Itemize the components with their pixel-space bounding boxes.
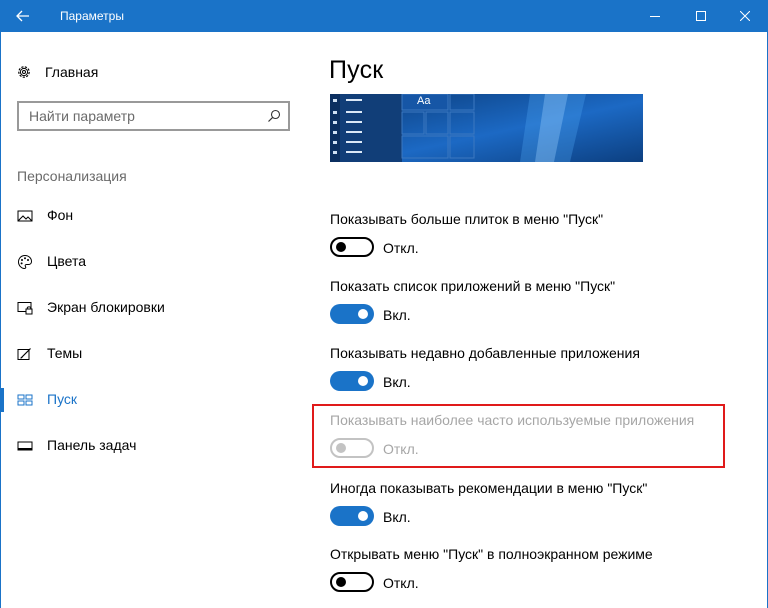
back-arrow-icon: [16, 10, 29, 22]
toggle-knob: [358, 511, 368, 521]
toggle-state: Вкл.: [383, 509, 411, 525]
toggle-knob: [358, 309, 368, 319]
toggle-knob: [358, 376, 368, 386]
title-bar: Параметры: [0, 0, 768, 32]
tile-text: Aa: [417, 95, 431, 107]
toggle-state: Откл.: [383, 240, 419, 256]
toggle-knob: [336, 242, 346, 252]
close-icon: [740, 11, 750, 21]
maximize-button[interactable]: [678, 0, 724, 32]
sidebar-item-label: Пуск: [47, 391, 78, 407]
toggle-switch[interactable]: [330, 506, 374, 526]
close-button[interactable]: [722, 0, 768, 32]
sidebar-item-themes[interactable]: Темы: [0, 334, 300, 374]
toggle-state: Вкл.: [383, 307, 411, 323]
picture-icon: [17, 210, 33, 222]
palette-icon: [17, 254, 33, 270]
start-menu-preview: Aa: [330, 94, 643, 162]
toggle-switch[interactable]: [330, 237, 374, 257]
gear-icon: [18, 66, 30, 78]
themes-brush-icon: [17, 348, 31, 360]
window-title: Параметры: [60, 9, 124, 23]
sidebar-item-background[interactable]: Фон: [0, 196, 300, 236]
highlight-annotation: [312, 404, 725, 468]
start-preview-image: Aa: [330, 94, 643, 162]
start-tiles-icon: [17, 394, 33, 406]
toggle-switch[interactable]: [330, 371, 374, 391]
back-button[interactable]: [0, 0, 46, 32]
sidebar-item-label: Фон: [47, 207, 74, 223]
setting-label: Показывать больше плиток в меню "Пуск": [330, 211, 604, 227]
setting-label: Открывать меню "Пуск" в полноэкранном ре…: [330, 546, 653, 562]
active-indicator: [0, 388, 4, 412]
maximize-icon: [696, 11, 706, 21]
toggle-switch[interactable]: [330, 304, 374, 324]
taskbar-icon: [17, 441, 33, 451]
toggle-knob: [336, 577, 346, 587]
toggle-state: Вкл.: [383, 374, 411, 390]
setting-label: Иногда показывать рекомендации в меню "П…: [330, 480, 648, 496]
toggle-switch[interactable]: [330, 572, 374, 592]
sidebar-item-label: Панель задач: [47, 437, 137, 453]
search-box[interactable]: [17, 101, 290, 131]
setting-label: Показывать недавно добавленные приложени…: [330, 345, 640, 361]
section-title: Персонализация: [17, 168, 127, 184]
sidebar-item-label: Экран блокировки: [47, 299, 165, 315]
toggle-state: Откл.: [383, 575, 419, 591]
sidebar-item-label: Темы: [47, 345, 83, 361]
lock-screen-icon: [17, 302, 33, 315]
setting-label: Показать список приложений в меню "Пуск": [330, 278, 616, 294]
page-title: Пуск: [329, 56, 384, 84]
sidebar-item-label: Цвета: [47, 253, 86, 269]
sidebar-item-taskbar[interactable]: Панель задач: [0, 426, 300, 466]
minimize-icon: [650, 16, 660, 17]
sidebar-item-colors[interactable]: Цвета: [0, 242, 300, 282]
search-input[interactable]: [29, 107, 254, 125]
minimize-button[interactable]: [632, 0, 678, 32]
home-link[interactable]: Главная: [16, 62, 98, 82]
sidebar-item-lock-screen[interactable]: Экран блокировки: [0, 288, 300, 328]
home-label: Главная: [45, 64, 99, 80]
sidebar-item-start[interactable]: Пуск: [0, 380, 300, 420]
search-icon[interactable]: [266, 108, 282, 124]
